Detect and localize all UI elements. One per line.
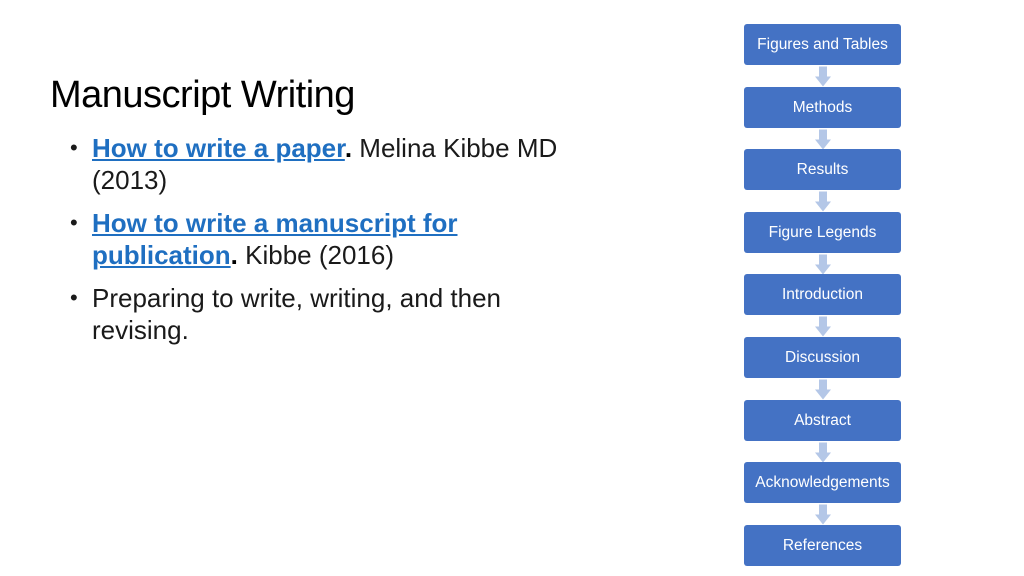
bullet-item: • Preparing to write, writing, and then … (70, 282, 560, 346)
bullet-separator: . (344, 133, 353, 163)
down-arrow-icon (815, 379, 831, 400)
bullet-separator: . (230, 240, 238, 270)
bullet-text: Kibbe (2016) (237, 240, 395, 270)
down-arrow-icon (815, 129, 831, 150)
bullet-item: • How to write a manuscript for publicat… (70, 207, 560, 271)
down-arrow-icon (815, 254, 831, 275)
bullet-text: Preparing to write, writing, and then re… (92, 283, 501, 345)
flow-step-box: Figures and Tables (744, 24, 901, 65)
bullet-dot-icon: • (70, 210, 78, 235)
bullet-dot-icon: • (70, 135, 78, 160)
bullet-dot-icon: • (70, 285, 78, 310)
flow-step-box: Figure Legends (744, 212, 901, 253)
down-arrow-icon (815, 66, 831, 87)
paper-link[interactable]: How to write a paper (92, 133, 345, 163)
flow-step-box: Acknowledgements (744, 462, 901, 503)
down-arrow-icon (815, 504, 831, 525)
flow-step-box: References (744, 525, 901, 566)
flow-step-box: Results (744, 149, 901, 190)
slide: Manuscript Writing • How to write a pape… (0, 0, 1024, 576)
flow-step-box: Discussion (744, 337, 901, 378)
down-arrow-icon (815, 442, 831, 463)
bullet-item: • How to write a paper. Melina Kibbe MD … (70, 132, 560, 196)
bullet-list: • How to write a paper. Melina Kibbe MD … (70, 132, 560, 357)
flow-step-box: Abstract (744, 400, 901, 441)
flow-step-box: Methods (744, 87, 901, 128)
down-arrow-icon (815, 191, 831, 212)
down-arrow-icon (815, 316, 831, 337)
slide-title: Manuscript Writing (50, 74, 355, 116)
flow-step-box: Introduction (744, 274, 901, 315)
